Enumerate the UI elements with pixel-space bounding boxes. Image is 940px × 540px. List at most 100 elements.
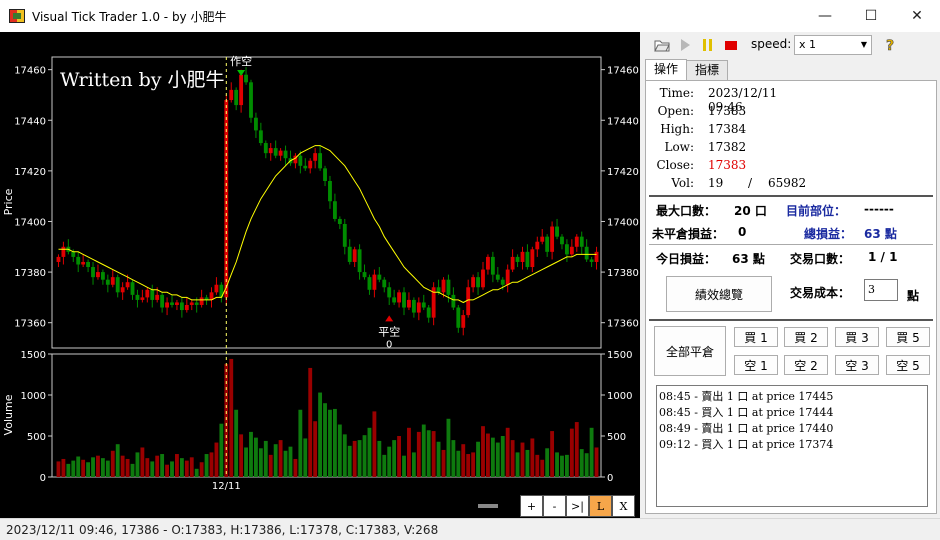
volume-bar <box>347 445 352 477</box>
maximize-button[interactable]: ☐ <box>848 0 894 32</box>
close-window-button[interactable]: ✕ <box>894 0 940 32</box>
volume-bar <box>397 436 402 477</box>
buy-3-button[interactable]: 買 3 <box>835 327 879 347</box>
today-pnl-label: 今日損益： <box>656 252 717 266</box>
play-icon[interactable] <box>677 37 693 53</box>
volume-bar <box>184 460 189 477</box>
buy-1-button[interactable]: 買 1 <box>734 327 778 347</box>
candle-body <box>481 269 485 288</box>
sell-2-button[interactable]: 空 2 <box>784 355 828 375</box>
price-tick-label: 17440 <box>14 116 46 127</box>
volume-bar <box>253 437 258 477</box>
candle-body <box>268 148 273 154</box>
trade-log[interactable]: 08:45 - 賣出 1 口 at price 17445 08:45 - 買入… <box>656 385 928 507</box>
app-window: Visual Tick Trader 1.0 - by 小肥牛 — ☐ ✕ 17… <box>0 0 940 540</box>
candle-body <box>476 277 480 288</box>
volume-bar <box>377 440 382 477</box>
volume-bar <box>505 427 510 477</box>
pause-icon[interactable] <box>700 37 716 53</box>
zoom-in-button[interactable]: + <box>520 495 543 517</box>
price-tick-label: 17380 <box>607 268 639 279</box>
line-toggle-button[interactable]: L <box>589 495 612 517</box>
candle-body <box>500 279 505 285</box>
candle-body <box>337 218 342 225</box>
volume-bar <box>402 455 406 477</box>
low-label: Low: <box>664 140 694 154</box>
folder-icon[interactable] <box>654 37 670 53</box>
volume-bar <box>367 427 372 477</box>
candle-body <box>421 302 426 308</box>
minimize-button[interactable]: — <box>802 0 848 32</box>
speed-label: speed: <box>751 37 792 51</box>
zoom-out-button[interactable]: - <box>543 495 566 517</box>
candle-body <box>234 89 239 106</box>
candle-body <box>258 130 263 144</box>
candle-body <box>332 201 337 219</box>
candle-body <box>397 292 402 303</box>
candle-body <box>564 244 569 255</box>
max-lots-label: 最大口數： <box>656 204 717 218</box>
tab-operation[interactable]: 操作 <box>645 59 688 80</box>
tab-indicators[interactable]: 指標 <box>686 60 729 80</box>
clear-button[interactable]: X <box>612 495 635 517</box>
volume-tick-label: 1000 <box>21 391 46 402</box>
candle-body <box>249 82 253 118</box>
tab-bar: 操作 指標 <box>645 59 729 80</box>
volume-bar <box>130 463 135 477</box>
candle-body <box>125 282 130 288</box>
moving-average-line <box>58 145 597 304</box>
volume-bar <box>135 452 140 477</box>
candle-body <box>76 256 81 265</box>
price-volume-chart[interactable]: 17460 17460 17440 17440 17420 17420 17400 17400… <box>0 32 640 492</box>
volume-bar <box>199 462 204 477</box>
candle-body <box>530 249 535 268</box>
svg-text:?: ? <box>886 38 894 53</box>
volume-bar <box>61 458 66 477</box>
volume-bar <box>140 447 145 477</box>
divider <box>649 319 933 321</box>
volume-bar <box>258 448 263 477</box>
volume-bar <box>298 409 303 477</box>
volume-tick-label: 500 <box>607 432 626 443</box>
volume-bar <box>125 458 130 477</box>
volume-bar <box>120 455 125 477</box>
volume-bar <box>594 447 599 477</box>
unrealized-label: 未平倉損益： <box>652 227 725 241</box>
price-axis-title: Price <box>2 188 15 215</box>
volume-bar <box>165 464 169 477</box>
volume-bar <box>362 435 367 477</box>
candle-body <box>115 277 120 293</box>
volume-bar <box>244 447 248 477</box>
open-label: Open: <box>657 104 694 118</box>
buy-5-button[interactable]: 買 5 <box>886 327 930 347</box>
speed-select[interactable]: x 1 ▼ <box>794 35 872 55</box>
sell-5-button[interactable]: 空 5 <box>886 355 930 375</box>
volume-bar <box>579 449 584 477</box>
speed-value: x 1 <box>799 38 817 51</box>
candle-body <box>372 274 377 290</box>
volume-bar <box>510 440 515 477</box>
jump-end-button[interactable]: >| <box>566 495 589 517</box>
stop-icon[interactable] <box>723 37 739 53</box>
sell-3-button[interactable]: 空 3 <box>835 355 879 375</box>
volume-bar <box>426 430 431 477</box>
candle-body <box>81 261 86 265</box>
candle-body <box>411 299 416 313</box>
cost-input[interactable]: 3 <box>864 279 898 301</box>
trades-label: 交易口數： <box>790 252 851 266</box>
sell-1-button[interactable]: 空 1 <box>734 355 778 375</box>
volume-bar <box>441 449 446 477</box>
buy-2-button[interactable]: 買 2 <box>784 327 828 347</box>
title-bar[interactable]: Visual Tick Trader 1.0 - by 小肥牛 — ☐ ✕ <box>0 0 940 32</box>
performance-summary-button[interactable]: 績效總覽 <box>666 276 772 312</box>
help-icon[interactable]: ? <box>882 37 898 53</box>
control-panel: speed: x 1 ▼ ? 操作 指標 Time: 2023/12/11 09… <box>640 32 940 518</box>
chart-area[interactable]: 17460 17460 17440 17440 17420 17420 17400 17400… <box>0 32 640 518</box>
close-all-button[interactable]: 全部平倉 <box>654 326 726 376</box>
scroll-handle[interactable] <box>478 504 498 508</box>
volume-tick-label: 1500 <box>607 350 632 361</box>
time-label: Time: <box>659 86 694 100</box>
volume-bar <box>328 409 332 477</box>
volume-bar <box>560 455 564 477</box>
volume-bar <box>170 461 174 477</box>
